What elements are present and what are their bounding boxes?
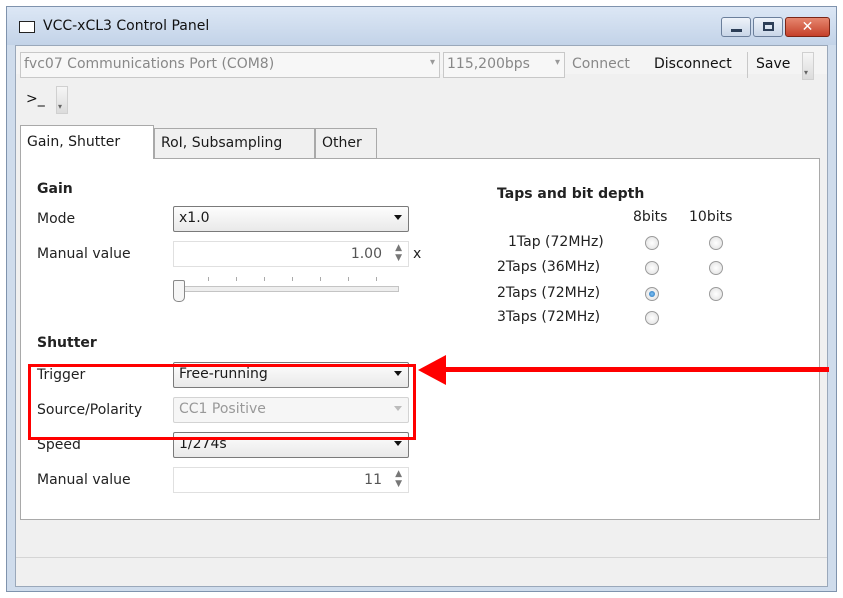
slider-tick <box>320 277 321 281</box>
gain-mode-label: Mode <box>37 211 76 227</box>
gain-manual-input[interactable]: 1.00 ▲ ▼ <box>173 241 409 267</box>
chevron-down-icon <box>394 215 402 220</box>
toolbar-grip-2[interactable]: ▾ <box>56 86 68 114</box>
highlight-box <box>28 364 416 440</box>
radio-2taps36-10bits[interactable] <box>709 261 723 275</box>
gain-manual-value: 1.00 <box>350 246 382 262</box>
shutter-manual-input[interactable]: 11 ▲ ▼ <box>173 467 409 493</box>
chevron-down-icon: ▾ <box>429 57 435 68</box>
slider-tick <box>264 277 265 281</box>
chevron-down-icon: ▾ <box>554 57 560 68</box>
slider-tick <box>292 277 293 281</box>
close-icon: ✕ <box>801 19 814 35</box>
gain-manual-label: Manual value <box>37 246 131 262</box>
shutter-manual-value: 11 <box>364 472 382 488</box>
spinner-icon[interactable]: ▲ ▼ <box>395 469 402 489</box>
port-select-value: fvc07 Communications Port (COM8) <box>24 56 275 72</box>
tab-other[interactable]: Other <box>315 128 377 158</box>
radio-1tap-8bits[interactable] <box>645 236 659 250</box>
port-select[interactable]: fvc07 Communications Port (COM8) ▾ <box>20 52 440 78</box>
toolbar-separator <box>747 52 748 78</box>
slider-tick <box>348 277 349 281</box>
shutter-manual-label: Manual value <box>37 472 131 488</box>
gain-mode-value: x1.0 <box>179 210 210 226</box>
minimize-button[interactable] <box>721 17 751 37</box>
save-button[interactable]: Save <box>756 56 790 72</box>
shutter-header: Shutter <box>37 335 97 351</box>
window-title: VCC-xCL3 Control Panel <box>43 18 210 34</box>
toolbar-grip[interactable]: ▾ <box>802 52 814 80</box>
arrow-left-icon <box>418 355 446 385</box>
tap-row-label: 1Tap (72MHz) <box>508 234 604 250</box>
taps-header: Taps and bit depth <box>497 186 645 202</box>
window-icon <box>19 21 35 33</box>
radio-2taps72-8bits[interactable] <box>645 287 659 301</box>
maximize-icon <box>763 22 774 31</box>
col-10bits: 10bits <box>689 209 733 225</box>
radio-1tap-10bits[interactable] <box>709 236 723 250</box>
tap-row-label: 3Taps (72MHz) <box>497 309 601 325</box>
slider-tick <box>236 277 237 281</box>
gain-slider-track[interactable] <box>173 286 399 292</box>
radio-3taps-8bits[interactable] <box>645 311 659 325</box>
gain-header: Gain <box>37 181 73 197</box>
baud-select-value: 115,200bps <box>447 56 530 72</box>
minimize-icon <box>731 29 742 32</box>
radio-2taps36-8bits[interactable] <box>645 261 659 275</box>
overflow-icon: ▾ <box>804 68 809 77</box>
gain-mode-select[interactable]: x1.0 <box>173 206 409 232</box>
status-bar <box>16 557 827 586</box>
radio-2taps72-10bits[interactable] <box>709 287 723 301</box>
gain-slider-thumb[interactable] <box>173 280 185 302</box>
maximize-button[interactable] <box>753 17 783 37</box>
tap-row-label: 2Taps (36MHz) <box>497 259 601 275</box>
col-8bits: 8bits <box>633 209 668 225</box>
gain-unit: x <box>413 246 422 262</box>
close-button[interactable]: ✕ <box>785 17 830 37</box>
overflow-icon: ▾ <box>58 102 63 111</box>
spinner-icon[interactable]: ▲ ▼ <box>395 243 402 263</box>
tap-row-label: 2Taps (72MHz) <box>497 285 601 301</box>
tab-gain-shutter[interactable]: Gain, Shutter <box>20 125 154 159</box>
chevron-down-icon <box>394 441 402 446</box>
connect-button[interactable]: Connect <box>572 56 630 72</box>
slider-tick <box>208 277 209 281</box>
baud-select[interactable]: 115,200bps ▾ <box>443 52 565 78</box>
app-window: VCC-xCL3 Control Panel ✕ File Camera Vie… <box>6 6 837 592</box>
title-bar[interactable]: VCC-xCL3 Control Panel ✕ <box>7 7 836 45</box>
client-area: File Camera View Help fvc07 Communicatio… <box>15 45 828 587</box>
arrow-shaft <box>444 367 829 372</box>
gain-shutter-panel: Gain Mode x1.0 Manual value 1.00 ▲ ▼ x Sh… <box>20 158 820 520</box>
slider-tick <box>376 277 377 281</box>
disconnect-button[interactable]: Disconnect <box>654 56 732 72</box>
console-button[interactable]: >_ <box>26 91 45 107</box>
tab-roi-subsampling[interactable]: RoI, Subsampling <box>154 128 315 158</box>
